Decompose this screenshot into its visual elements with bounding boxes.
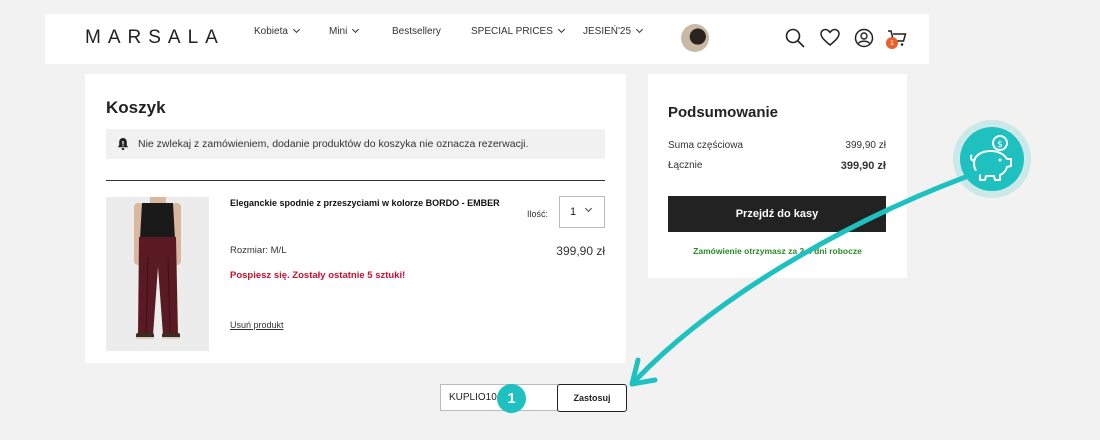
piggy-bank-badge: $: [953, 120, 1031, 198]
cart-panel: Koszyk Nie zwlekaj z zamówieniem, dodani…: [85, 74, 626, 363]
coupon-form: KUPLIO10 Zastosuj: [440, 384, 627, 412]
piggy-bank-icon: $: [969, 135, 1012, 181]
user-icon[interactable]: [854, 28, 874, 48]
total-label: Łącznie: [668, 160, 703, 171]
site-logo[interactable]: MARSALA: [85, 27, 225, 49]
quantity-select[interactable]: 1: [559, 196, 605, 228]
chevron-down-icon: [557, 25, 565, 34]
heart-icon[interactable]: [820, 28, 840, 48]
summary-title: Podsumowanie: [668, 104, 779, 121]
chevron-down-icon: [292, 25, 300, 34]
promo-avatar[interactable]: [681, 24, 709, 52]
apply-coupon-button[interactable]: Zastosuj: [557, 384, 627, 412]
delivery-info: Zamówienie otrzymasz za 2-4 dni robocze: [693, 246, 862, 256]
svg-text:$: $: [997, 140, 1003, 150]
checkout-button[interactable]: Przejdź do kasy: [668, 196, 886, 232]
nav-item-jesien[interactable]: JESIEŃ'25: [583, 25, 644, 37]
chevron-down-icon: [584, 204, 593, 213]
product-image[interactable]: [106, 197, 209, 351]
search-icon[interactable]: [785, 28, 805, 48]
chevron-down-icon: [352, 25, 360, 34]
chevron-down-icon: [636, 25, 644, 34]
size-label: Rozmiar: M/L: [230, 245, 287, 256]
quantity-label: Ilość:: [527, 209, 549, 219]
subtotal-row: Suma częściowa 399,90 zł: [668, 140, 886, 151]
nav-item-bestsellery[interactable]: Bestsellery: [392, 26, 441, 37]
nav-item-mini[interactable]: Mini: [329, 25, 360, 37]
divider: [106, 180, 605, 181]
cart-title: Koszyk: [106, 98, 166, 117]
bell-icon: [117, 138, 129, 150]
nav-item-special-prices[interactable]: SPECIAL PRICES: [471, 25, 565, 37]
product-name[interactable]: Eleganckie spodnie z przeszyciami w kolo…: [230, 198, 500, 208]
reservation-notice: Nie zwlekaj z zamówieniem, dodanie produ…: [106, 129, 605, 159]
nav-item-kobieta[interactable]: Kobieta: [254, 25, 300, 37]
step-number-badge: 1: [497, 384, 526, 413]
low-stock-warning: Pospiesz się. Zostały ostatnie 5 sztuki!: [230, 270, 406, 281]
subtotal-value: 399,90 zł: [845, 140, 886, 151]
summary-panel: Podsumowanie Suma częściowa 399,90 zł Łą…: [648, 74, 907, 278]
subtotal-label: Suma częściowa: [668, 140, 744, 151]
item-price: 399,90 zł: [556, 244, 605, 258]
site-header: MARSALA Kobieta Mini Bestsellery SPECIAL…: [45, 14, 929, 64]
total-value: 399,90 zł: [840, 160, 886, 172]
cart-count-badge: 1: [886, 37, 898, 49]
total-row: Łącznie 399,90 zł: [668, 160, 886, 172]
remove-product-link[interactable]: Usuń produkt: [230, 320, 284, 330]
